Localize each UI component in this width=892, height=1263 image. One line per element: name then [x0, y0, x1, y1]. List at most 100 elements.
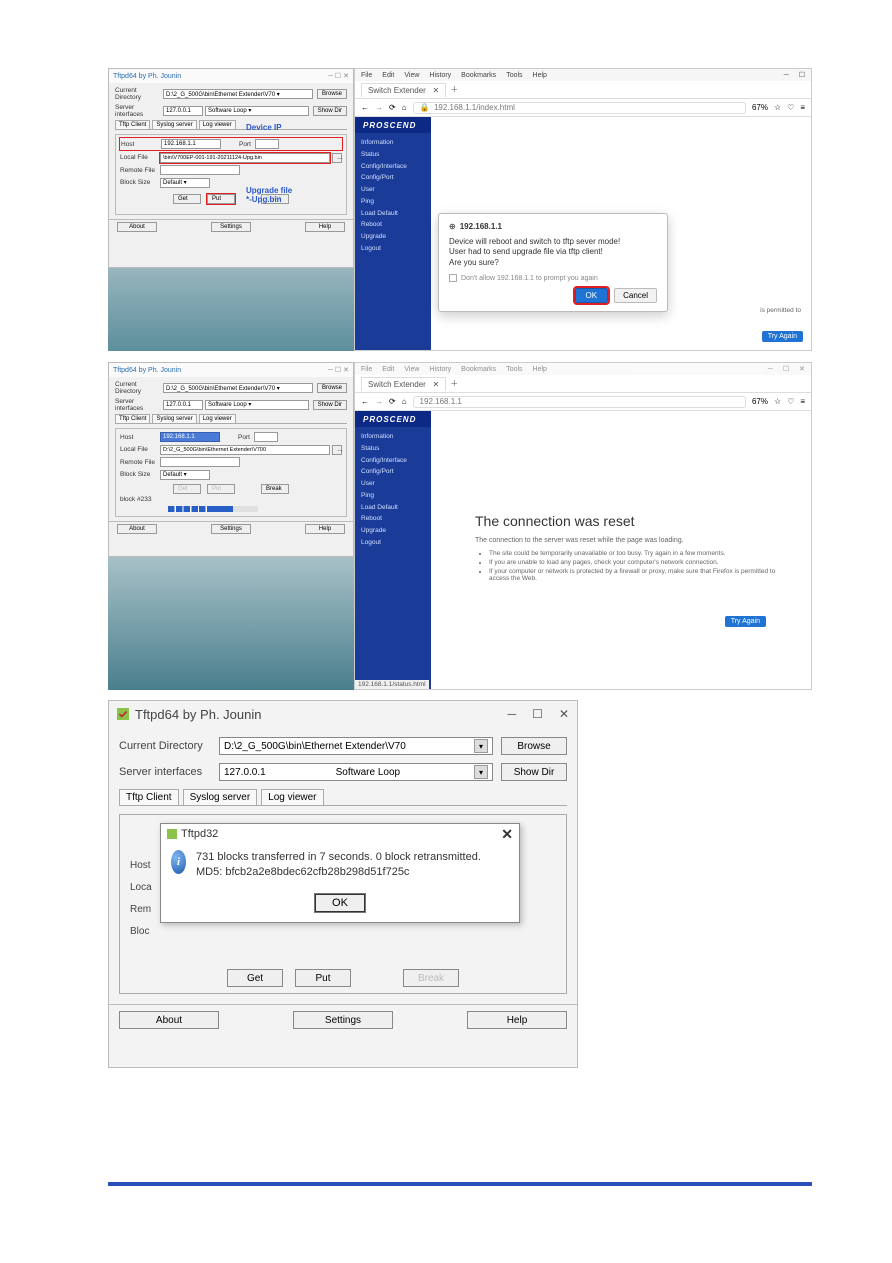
sb2-info[interactable]: Information [359, 431, 427, 443]
get-button-3[interactable]: Get [227, 969, 283, 987]
menu-view-2[interactable]: View [404, 366, 419, 373]
settings-button[interactable]: Settings [211, 222, 251, 232]
remotefile-input[interactable] [160, 165, 240, 175]
sb2-ping[interactable]: Ping [359, 490, 427, 502]
win-max-icon-2[interactable]: ☐ [783, 365, 789, 373]
nav-back-icon-2[interactable]: ← [361, 397, 369, 406]
browser-menubar[interactable]: File Edit View History Bookmarks Tools H… [355, 69, 811, 81]
menu-icon-2[interactable]: ≡ [800, 397, 805, 406]
port-input[interactable] [255, 139, 279, 149]
port-input-2[interactable] [254, 432, 278, 442]
sb2-loaddef[interactable]: Load Default [359, 502, 427, 514]
sidebar-item-status[interactable]: Status [359, 149, 427, 161]
tab-add-icon-2[interactable]: ＋ [450, 378, 458, 389]
sidebar-item-reboot[interactable]: Reboot [359, 219, 427, 231]
tab-logviewer-2[interactable]: Log viewer [199, 414, 236, 423]
menu-bookmarks-2[interactable]: Bookmarks [461, 366, 496, 373]
url-input[interactable]: 🔒 192.168.1.1/index.html [413, 102, 746, 114]
sb2-cfgif[interactable]: Config/Interface [359, 455, 427, 467]
help-button-2[interactable]: Help [305, 524, 345, 534]
nav-reload-icon-2[interactable]: ⟳ [389, 397, 396, 406]
win-max-icon[interactable]: ☐ [799, 71, 805, 79]
curdir-input[interactable]: D:\2_G_500G\bin\Ethernet Extender\V70 ▾ [163, 89, 313, 99]
host-input[interactable]: 192.168.1.1 [161, 139, 221, 149]
menu-edit-2[interactable]: Edit [382, 366, 394, 373]
localfile-input-2[interactable]: D:\2_G_500G\bin\Ethernet Extender\V700 [160, 445, 330, 455]
browse-button-3[interactable]: Browse [501, 737, 567, 755]
showdir-button-2[interactable]: Show Dir [313, 400, 347, 410]
menu-history-2[interactable]: History [429, 366, 451, 373]
settings-button-3[interactable]: Settings [293, 1011, 393, 1029]
tab-syslog-2[interactable]: Syslog server [152, 414, 196, 423]
break-button-3[interactable]: Break [403, 969, 459, 987]
tab-logviewer[interactable]: Log viewer [199, 120, 236, 129]
nav-back-icon[interactable]: ← [361, 103, 369, 112]
nav-fwd-icon[interactable]: → [375, 103, 383, 112]
sb2-user[interactable]: User [359, 478, 427, 490]
win-min-icon-3[interactable]: ─ [508, 707, 517, 721]
browser-tab-2[interactable]: Switch Extender ✕ [361, 377, 446, 391]
showdir-button[interactable]: Show Dir [313, 106, 347, 116]
dlg-ok-button[interactable]: OK [315, 894, 365, 912]
put-button-3[interactable]: Put [295, 969, 351, 987]
window-controls-2[interactable]: ─ ☐ ✕ [328, 366, 349, 374]
win-close-icon-2[interactable]: ✕ [799, 365, 805, 373]
settings-button-2[interactable]: Settings [211, 524, 251, 534]
about-button[interactable]: About [117, 222, 157, 232]
serverif-input-3[interactable]: 127.0.0.1Software Loop▾ [219, 763, 493, 781]
menu-history[interactable]: History [429, 72, 451, 79]
tab-client-3[interactable]: Tftp Client [119, 789, 179, 805]
sb2-logout[interactable]: Logout [359, 537, 427, 549]
menu-file[interactable]: File [361, 72, 372, 79]
win-min-icon-2[interactable]: ─ [768, 366, 773, 373]
try-again-button[interactable]: Try Again [762, 331, 803, 342]
dropdown-icon[interactable]: ▾ [474, 739, 488, 753]
menu-icon[interactable]: ≡ [800, 103, 805, 112]
sidebar-item-cfgif[interactable]: Config/Interface [359, 161, 427, 173]
about-button-3[interactable]: About [119, 1011, 219, 1029]
break-button-2[interactable]: Break [261, 484, 289, 494]
sidebar-item-user[interactable]: User [359, 184, 427, 196]
window-controls[interactable]: ─ ☐ ✕ [328, 72, 349, 80]
browser-menubar-2[interactable]: File Edit View History Bookmarks Tools H… [355, 363, 811, 375]
sidebar-item-cfgport[interactable]: Config/Port [359, 172, 427, 184]
sb2-upgrade[interactable]: Upgrade [359, 525, 427, 537]
tab-syslog-3[interactable]: Syslog server [183, 789, 258, 805]
curdir-input-3[interactable]: D:\2_G_500G\bin\Ethernet Extender\V70▾ [219, 737, 493, 755]
sb2-status[interactable]: Status [359, 443, 427, 455]
win-max-icon-3[interactable]: ☐ [532, 707, 543, 721]
get-button[interactable]: Get [173, 194, 201, 204]
nav-home-icon-2[interactable]: ⌂ [402, 397, 407, 406]
star-icon-2[interactable]: ☆ [774, 397, 781, 406]
menu-help[interactable]: Help [533, 72, 547, 79]
sidebar-item-info[interactable]: Information [359, 137, 427, 149]
browser-tab[interactable]: Switch Extender ✕ [361, 83, 446, 97]
localfile-browse-2[interactable]: … [332, 445, 342, 455]
menu-bookmarks[interactable]: Bookmarks [461, 72, 496, 79]
menu-edit[interactable]: Edit [382, 72, 394, 79]
blocksize-input-2[interactable]: Default ▾ [160, 470, 210, 480]
serverif-input[interactable]: 127.0.0.1 [163, 106, 203, 116]
sidebar-item-upgrade[interactable]: Upgrade [359, 231, 427, 243]
nav-home-icon[interactable]: ⌂ [402, 103, 407, 112]
sidebar-item-ping[interactable]: Ping [359, 196, 427, 208]
menu-file-2[interactable]: File [361, 366, 372, 373]
sidebar-item-loaddef[interactable]: Load Default [359, 208, 427, 220]
about-button-2[interactable]: About [117, 524, 157, 534]
win-close-icon-3[interactable]: ✕ [559, 707, 569, 721]
tab-syslog[interactable]: Syslog server [152, 120, 196, 129]
remotefile-input-2[interactable] [160, 457, 240, 467]
serverif-input-2[interactable]: 127.0.0.1 [163, 400, 203, 410]
help-button[interactable]: Help [305, 222, 345, 232]
win-min-icon[interactable]: ─ [784, 72, 789, 79]
dont-allow-checkbox[interactable] [449, 274, 457, 282]
try-again-button-2[interactable]: Try Again [725, 616, 766, 627]
showdir-button-3[interactable]: Show Dir [501, 763, 567, 781]
blocksize-input[interactable]: Default ▾ [160, 178, 210, 188]
localfile-browse[interactable]: … [332, 153, 342, 163]
localfile-input[interactable]: \bin\V700EP-001-191-20211124-Upg.bin [160, 153, 330, 163]
browse-button-2[interactable]: Browse [317, 383, 347, 393]
dropdown-icon-2[interactable]: ▾ [474, 765, 488, 779]
nav-reload-icon[interactable]: ⟳ [389, 103, 396, 112]
dialog-cancel-button[interactable]: Cancel [614, 288, 657, 303]
